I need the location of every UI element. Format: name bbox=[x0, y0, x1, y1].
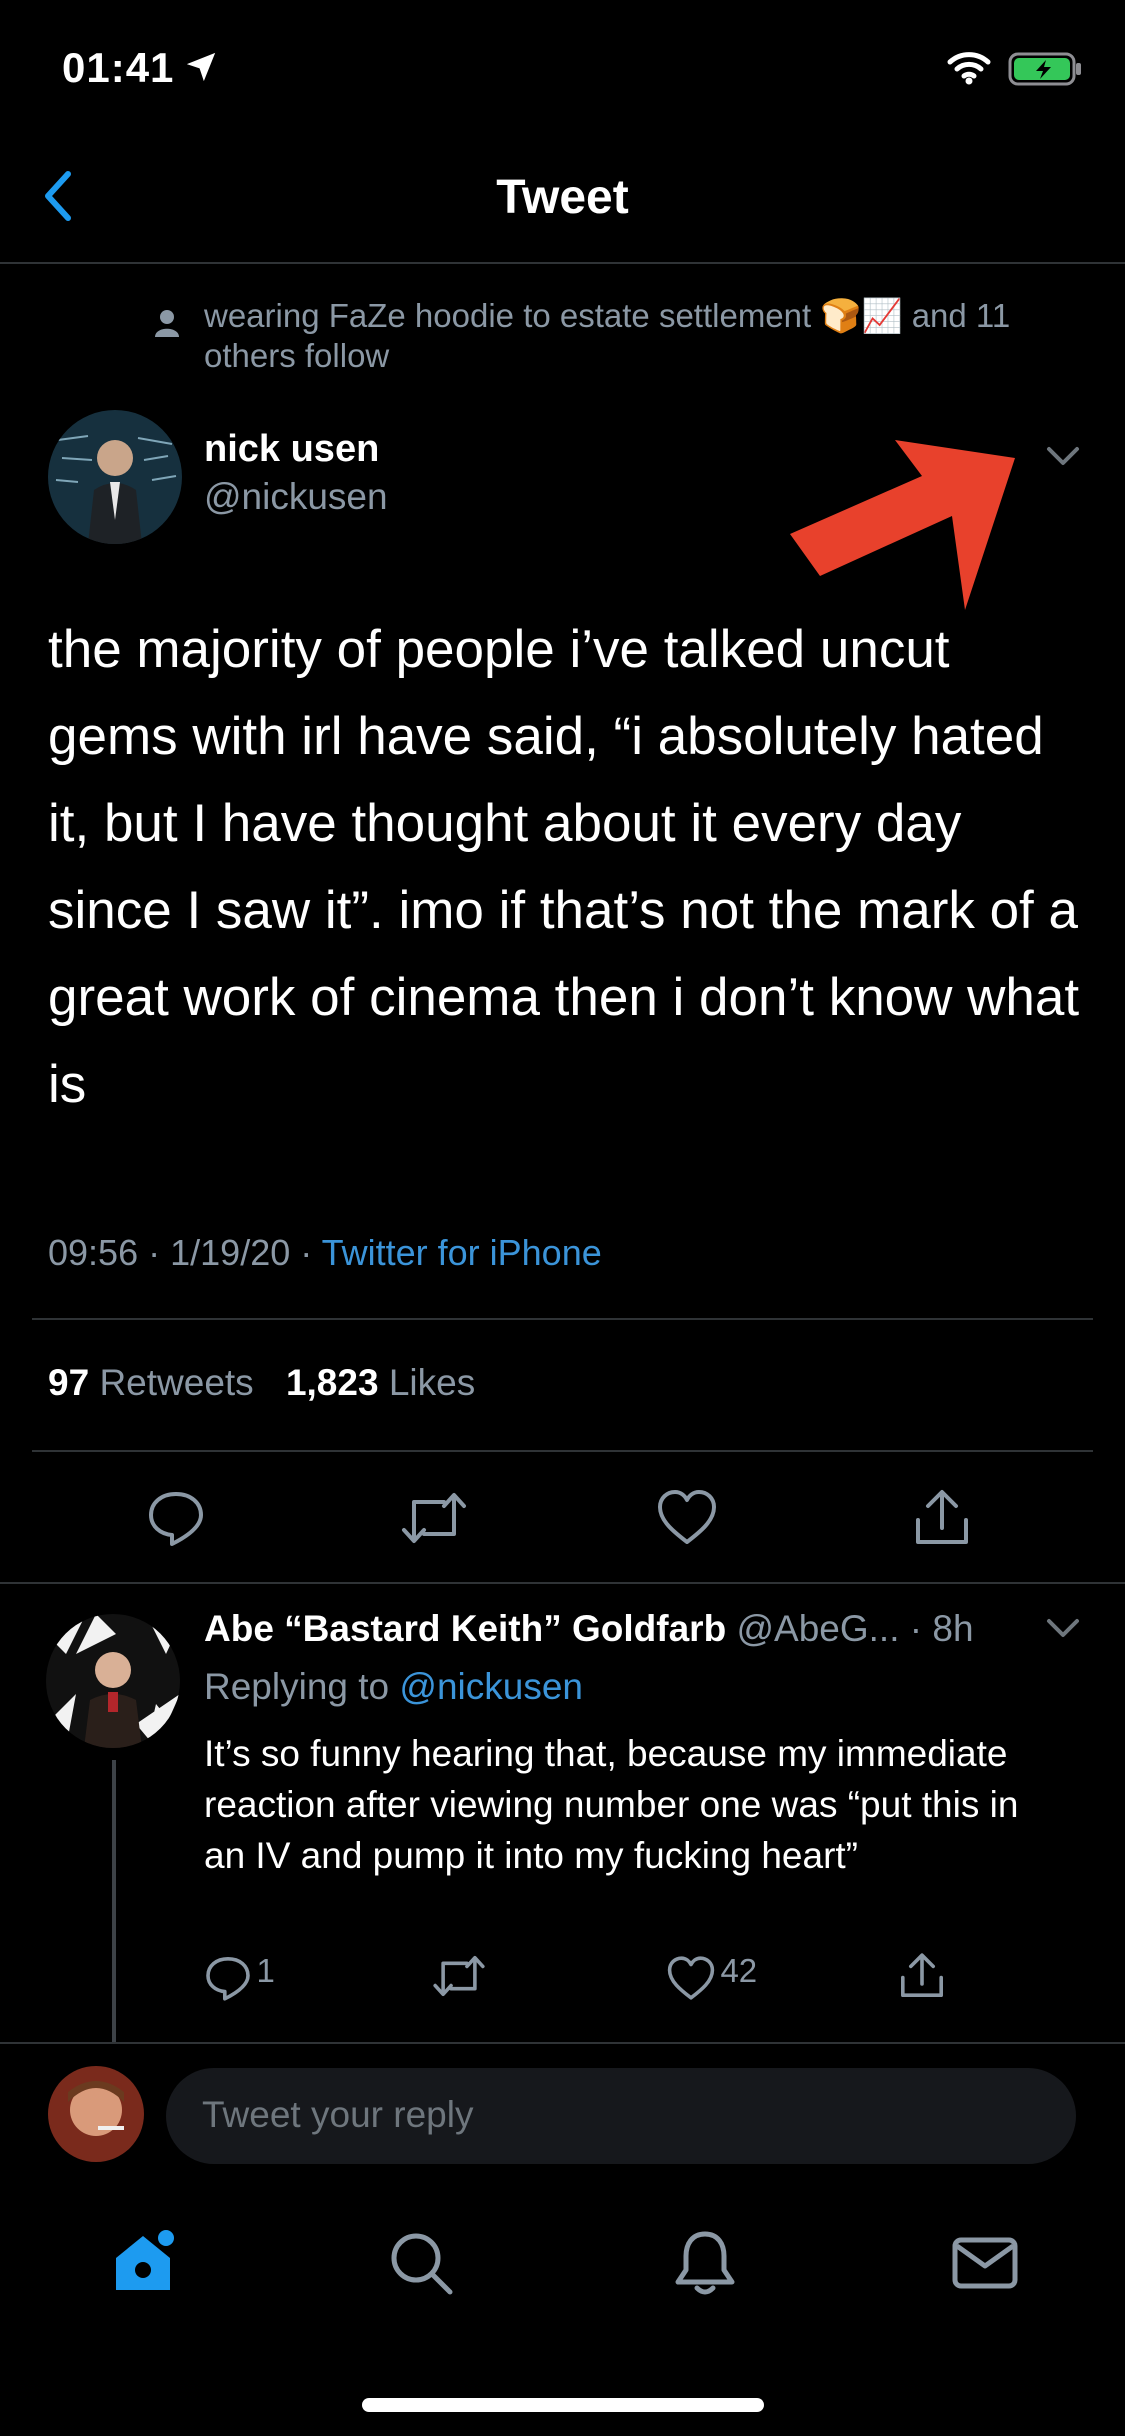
reply-input[interactable]: Tweet your reply bbox=[166, 2068, 1076, 2164]
chevron-down-icon bbox=[1047, 447, 1079, 465]
page-title: Tweet bbox=[496, 171, 629, 224]
author-name[interactable]: nick usen bbox=[204, 428, 379, 471]
retweet-button[interactable] bbox=[400, 1488, 468, 1548]
tab-search[interactable] bbox=[386, 2228, 456, 2298]
tweet-time: 09:56 bbox=[48, 1232, 139, 1273]
retweet-icon bbox=[402, 1493, 466, 1543]
reply-button[interactable] bbox=[146, 1488, 206, 1548]
person-icon bbox=[154, 308, 180, 338]
battery-charging-icon bbox=[1008, 51, 1084, 87]
tab-messages[interactable] bbox=[950, 2228, 1020, 2298]
replying-prefix: Replying to bbox=[204, 1666, 390, 1707]
search-icon bbox=[391, 2233, 453, 2295]
bell-icon bbox=[675, 2231, 735, 2295]
share-button[interactable] bbox=[912, 1488, 972, 1548]
reply-time: · 8h bbox=[909, 1608, 974, 1649]
author-avatar[interactable] bbox=[48, 410, 182, 544]
reply-share-button[interactable] bbox=[898, 1952, 946, 2000]
reply-placeholder: Tweet your reply bbox=[202, 2094, 474, 2135]
home-indicator bbox=[362, 2398, 764, 2412]
speech-bubble-icon bbox=[149, 1492, 203, 1546]
reply-options-button[interactable] bbox=[1046, 1618, 1080, 1640]
current-user-avatar[interactable] bbox=[48, 2066, 144, 2162]
likes-stat[interactable]: 1,823 Likes bbox=[286, 1362, 475, 1403]
reply-like-button[interactable]: 42 bbox=[666, 1952, 757, 2001]
author-handle[interactable]: @nickusen bbox=[204, 476, 388, 518]
reply-author-name[interactable]: Abe “Bastard Keith” Goldfarb bbox=[204, 1608, 726, 1649]
wifi-icon bbox=[946, 50, 992, 86]
retweets-count: 97 bbox=[48, 1362, 90, 1403]
chevron-down-icon bbox=[1047, 1619, 1079, 1637]
share-icon bbox=[901, 1953, 943, 1997]
replying-handle[interactable]: @nickusen bbox=[399, 1666, 583, 1707]
tweet-stats: 97 Retweets 1,823 Likes bbox=[48, 1362, 475, 1404]
thread-line bbox=[112, 1760, 116, 2044]
retweet-icon bbox=[433, 1955, 485, 1997]
share-icon bbox=[916, 1490, 968, 1544]
reply-retweet-button[interactable] bbox=[432, 1952, 486, 2000]
tweet-text: the majority of people i’ve talked uncut… bbox=[48, 620, 1080, 1114]
tab-home[interactable] bbox=[108, 2228, 178, 2298]
tweet-source[interactable]: Twitter for iPhone bbox=[322, 1232, 602, 1273]
reply-text: It’s so funny hearing that, because my i… bbox=[204, 1733, 1019, 1876]
home-icon bbox=[116, 2230, 174, 2290]
divider bbox=[32, 1318, 1093, 1320]
likes-label: Likes bbox=[388, 1362, 476, 1403]
reply-reply-count: 1 bbox=[256, 1952, 275, 1989]
heart-icon bbox=[667, 1956, 715, 2000]
mail-icon bbox=[952, 2237, 1018, 2289]
tweet-meta: 09:56 · 1/19/20 · Twitter for iPhone bbox=[48, 1232, 602, 1274]
tweet-date: 1/19/20 bbox=[170, 1232, 291, 1273]
reply-reply-button[interactable]: 1 bbox=[204, 1952, 275, 2002]
location-arrow-icon bbox=[184, 50, 218, 84]
tweet-options-button[interactable] bbox=[1046, 446, 1080, 468]
heart-icon bbox=[658, 1490, 716, 1544]
header-divider bbox=[0, 262, 1125, 264]
status-time: 01:41 bbox=[62, 44, 175, 91]
divider bbox=[0, 1582, 1125, 1584]
replying-to: Replying to @nickusen bbox=[204, 1666, 583, 1708]
divider bbox=[0, 2042, 1125, 2044]
reply-author-avatar[interactable] bbox=[46, 1614, 180, 1748]
speech-bubble-icon bbox=[206, 1956, 250, 2001]
tab-notifications[interactable] bbox=[670, 2228, 740, 2298]
reply-header: Abe “Bastard Keith” Goldfarb @AbeG... · … bbox=[204, 1608, 974, 1650]
social-context[interactable]: wearing FaZe hoodie to estate settlement… bbox=[204, 296, 1084, 376]
reply-author-handle[interactable]: @AbeG... bbox=[736, 1608, 899, 1649]
annotation-arrow bbox=[780, 440, 1020, 620]
meta-separator: · bbox=[148, 1232, 161, 1273]
like-button[interactable] bbox=[656, 1488, 718, 1546]
retweets-stat[interactable]: 97 Retweets bbox=[48, 1362, 254, 1403]
reply-like-count: 42 bbox=[720, 1952, 758, 1989]
retweets-label: Retweets bbox=[99, 1362, 254, 1403]
likes-count: 1,823 bbox=[285, 1362, 379, 1403]
meta-separator: · bbox=[300, 1232, 313, 1273]
divider bbox=[32, 1450, 1093, 1452]
